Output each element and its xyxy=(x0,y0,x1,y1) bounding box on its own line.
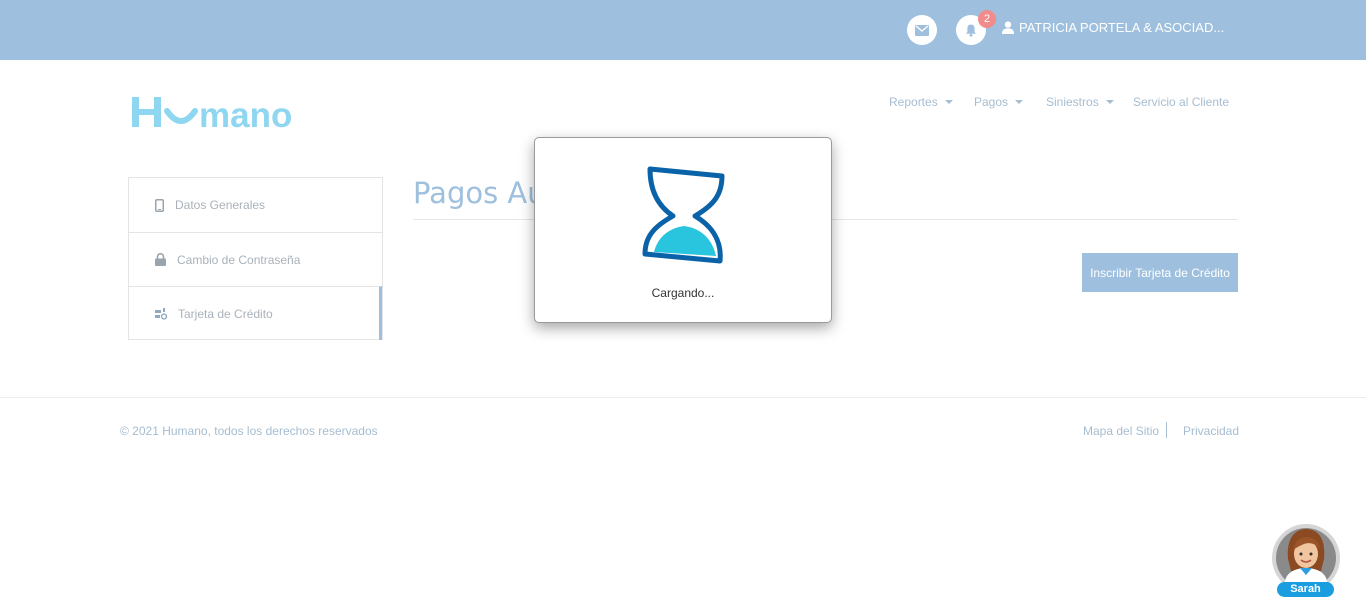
copyright-text: © 2021 Humano, todos los derechos reserv… xyxy=(120,424,378,438)
sidebar-item-label: Tarjeta de Crédito xyxy=(178,306,273,321)
footer-separator xyxy=(1166,422,1167,438)
humano-logo[interactable]: mano xyxy=(132,95,322,135)
lock-icon xyxy=(155,253,166,266)
bell-icon xyxy=(966,24,976,37)
nav-servicio-label: Servicio al Cliente xyxy=(1133,95,1230,109)
loading-text: Cargando... xyxy=(651,286,715,300)
nav-siniestros-label: Siniestros xyxy=(1046,95,1099,109)
assistant-name: Sarah xyxy=(1277,582,1334,597)
mail-button[interactable] xyxy=(907,15,937,45)
nav-siniestros[interactable]: Siniestros xyxy=(1046,95,1114,109)
sidebar-item-label: Datos Generales xyxy=(175,198,266,212)
chevron-down-icon xyxy=(1105,100,1114,104)
user-icon xyxy=(1002,21,1014,34)
nav-pagos-label: Pagos xyxy=(974,95,1009,109)
sidebar-item-datos-generales[interactable]: Datos Generales xyxy=(129,178,382,232)
card-settings-icon xyxy=(155,307,167,320)
hourglass-icon xyxy=(642,166,725,264)
chat-assistant-button[interactable]: Sarah xyxy=(1271,523,1341,599)
assistant-avatar xyxy=(1272,524,1340,592)
sidebar-item-cambio-contrasena[interactable]: Cambio de Contraseña xyxy=(129,232,382,286)
chevron-down-icon xyxy=(944,100,953,104)
account-sidebar: Datos Generales Cambio de Contraseña Tar… xyxy=(128,177,383,340)
logo-graphic: mano xyxy=(132,96,292,135)
sidebar-item-tarjeta-credito[interactable]: Tarjeta de Crédito xyxy=(129,286,382,340)
add-credit-card-button[interactable]: Inscribir Tarjeta de Crédito xyxy=(1082,253,1238,292)
sidebar-item-label: Cambio de Contraseña xyxy=(177,252,301,267)
nav-servicio-al-cliente[interactable]: Servicio al Cliente xyxy=(1133,95,1229,109)
mobile-icon xyxy=(155,198,164,212)
page-title: Pagos Au xyxy=(413,176,546,210)
nav-reportes-label: Reportes xyxy=(889,95,938,109)
chevron-down-icon xyxy=(1015,100,1024,104)
footer-link-sitemap[interactable]: Mapa del Sitio xyxy=(1083,424,1159,438)
notification-badge: 2 xyxy=(978,10,996,28)
footer-link-privacy[interactable]: Privacidad xyxy=(1183,424,1239,438)
user-name: PATRICIA PORTELA & ASOCIAD... xyxy=(1019,20,1225,35)
user-menu[interactable]: PATRICIA PORTELA & ASOCIAD... xyxy=(1002,20,1224,35)
footer-divider xyxy=(0,397,1366,398)
top-bar: 2 PATRICIA PORTELA & ASOCIAD... xyxy=(0,0,1366,60)
svg-text:mano: mano xyxy=(199,96,292,131)
loading-modal: Cargando... xyxy=(534,137,832,323)
nav-pagos[interactable]: Pagos xyxy=(974,95,1024,109)
nav-reportes[interactable]: Reportes xyxy=(889,95,953,109)
envelope-icon xyxy=(915,24,929,36)
